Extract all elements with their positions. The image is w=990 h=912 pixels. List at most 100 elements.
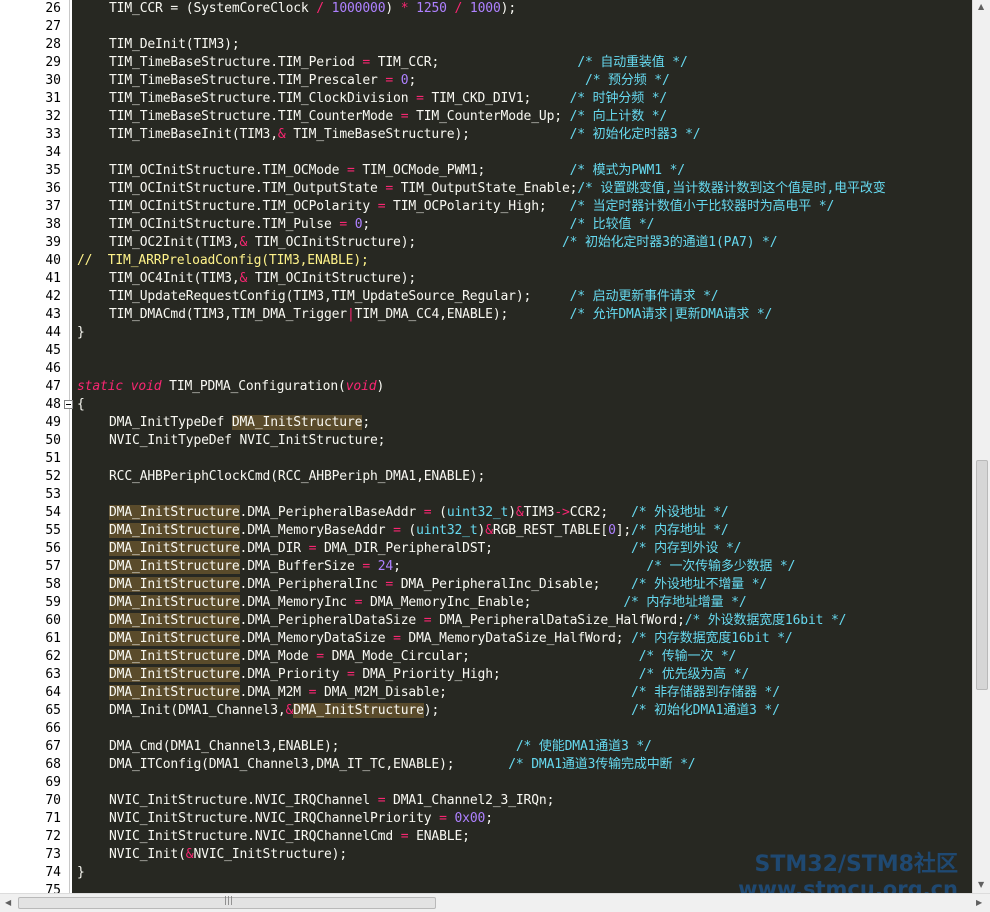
code-text: DMA_InitStructure.DMA_PeripheralDataSize… xyxy=(109,612,846,630)
code-token: & xyxy=(515,505,524,520)
code-line: 57 DMA_InitStructure.DMA_BufferSize = 24;… xyxy=(0,558,972,576)
scroll-left-icon[interactable]: ◀ xyxy=(5,898,11,907)
code-token: ) xyxy=(508,505,516,520)
code-token: = xyxy=(362,559,371,574)
line-number: 67 xyxy=(45,739,61,754)
code-token: NVIC_Init( xyxy=(109,847,186,862)
code-text: TIM_OCInitStructure.TIM_OCPolarity = TIM… xyxy=(109,198,834,216)
code-comment: /* 初始化定时器3的通道1(PA7) */ xyxy=(561,235,778,250)
code-token: .DMA_MemoryBaseAddr xyxy=(239,523,394,538)
code-token: ; xyxy=(408,73,586,88)
code-token: TIM_TimeBaseInit(TIM3, xyxy=(109,127,278,142)
code-comment: /* 初始化DMA1通道3 */ xyxy=(631,703,780,718)
scroll-right-icon[interactable]: ▶ xyxy=(976,898,982,907)
code-token: / xyxy=(316,1,324,16)
code-comment: /* 传输一次 */ xyxy=(638,649,737,664)
line-number: 41 xyxy=(45,271,61,286)
code-token: DMA_DIR_PeripheralDST; xyxy=(316,541,632,556)
code-comment: /* 模式为PWM1 */ xyxy=(569,163,685,178)
code-line: 65 DMA_Init(DMA1_Channel3,&DMA_InitStruct… xyxy=(0,702,972,720)
code-token: TIM_OutputState_Enable; xyxy=(393,181,578,196)
code-token: DMA_InitStructure xyxy=(109,595,240,610)
code-token: ; xyxy=(362,415,371,430)
code-token: NVIC_InitStructure.NVIC_IRQChannelCmd xyxy=(109,829,401,844)
watermark-line2: www.stmcu.org.cn xyxy=(738,877,958,893)
code-token: DMA_InitStructure xyxy=(109,505,240,520)
code-line: 53 xyxy=(0,486,972,504)
code-token: CCR2; xyxy=(569,505,632,520)
line-number: 28 xyxy=(45,37,61,52)
code-text: NVIC_Init(&NVIC_InitStructure); xyxy=(109,846,347,864)
vertical-scroll-thumb[interactable] xyxy=(976,460,988,690)
code-comment: /* 内存数据宽度16bit */ xyxy=(631,631,793,646)
line-number: 62 xyxy=(45,649,61,664)
code-line: 64 DMA_InitStructure.DMA_M2M = DMA_M2M_Di… xyxy=(0,684,972,702)
code-token: = xyxy=(393,631,401,646)
code-token: uint32_t xyxy=(416,523,478,538)
code-comment: /* 设置跳变值,当计数器计数到这个值是时,电平改变 xyxy=(577,181,886,196)
code-token: DMA_MemoryInc_Enable; xyxy=(362,595,624,610)
code-line: 59 DMA_InitStructure.DMA_MemoryInc = DMA_… xyxy=(0,594,972,612)
code-comment: /* 比较值 */ xyxy=(569,217,655,232)
scroll-up-icon[interactable]: ▲ xyxy=(978,2,984,11)
scroll-down-icon[interactable]: ▼ xyxy=(978,880,984,889)
line-number: 42 xyxy=(45,289,61,304)
code-line: 50 NVIC_InitTypeDef NVIC_InitStructure; xyxy=(0,432,972,450)
line-number: 44 xyxy=(45,325,61,340)
code-comment: /* 内存地址增量 */ xyxy=(623,595,747,610)
code-token: ; xyxy=(393,559,647,574)
code-token: DMA1_Channel2_3_IRQn; xyxy=(385,793,555,808)
line-number: 27 xyxy=(45,19,61,34)
line-number: 30 xyxy=(45,73,61,88)
code-line: 35 TIM_OCInitStructure.TIM_OCMode = TIM_O… xyxy=(0,162,972,180)
code-token: .DMA_MemoryInc xyxy=(239,595,355,610)
code-text: // TIM_ARRPreloadConfig(TIM3,ENABLE); xyxy=(77,252,369,270)
code-line: 55 DMA_InitStructure.DMA_MemoryBaseAddr =… xyxy=(0,522,972,540)
code-line: 68 DMA_ITConfig(DMA1_Channel3,DMA_IT_TC,E… xyxy=(0,756,972,774)
line-number: 26 xyxy=(45,1,61,16)
code-token: TIM_UpdateRequestConfig(TIM3,TIM_UpdateS… xyxy=(109,289,570,304)
code-token: 0x00 xyxy=(454,811,486,826)
vertical-scrollbar[interactable]: ▲ ▼ xyxy=(972,0,990,893)
line-number: 51 xyxy=(45,451,61,466)
code-token: = xyxy=(316,649,324,664)
code-token: void xyxy=(130,379,162,394)
code-comment: /* 启动更新事件请求 */ xyxy=(569,289,719,304)
code-line: 58 DMA_InitStructure.DMA_PeripheralInc = … xyxy=(0,576,972,594)
code-line: 41 TIM_OC4Init(TIM3,& TIM_OCInitStructure… xyxy=(0,270,972,288)
code-text: NVIC_InitStructure.NVIC_IRQChannelCmd = … xyxy=(109,828,470,846)
code-token: ); xyxy=(500,1,517,16)
code-token: DMA_InitStructure xyxy=(109,667,240,682)
code-comment: /* 外设数据宽度16bit */ xyxy=(684,613,847,628)
code-line: 54 DMA_InitStructure.DMA_PeripheralBaseAd… xyxy=(0,504,972,522)
code-line: 39 TIM_OC2Init(TIM3,& TIM_OCInitStructure… xyxy=(0,234,972,252)
line-number: 56 xyxy=(45,541,61,556)
code-token: TIM_OC4Init(TIM3, xyxy=(109,271,240,286)
code-text: RCC_AHBPeriphClockCmd(RCC_AHBPeriph_DMA1… xyxy=(109,468,485,486)
code-text: static void TIM_PDMA_Configuration(void) xyxy=(77,378,384,396)
code-token: RGB_REST_TABLE[ xyxy=(492,523,609,538)
code-token: DMA_Mode_Circular; xyxy=(323,649,639,664)
code-token: TIM_OCMode_PWM1; xyxy=(354,163,570,178)
code-line: 28 TIM_DeInit(TIM3); xyxy=(0,36,972,54)
code-text: TIM_TimeBaseInit(TIM3,& TIM_TimeBaseStru… xyxy=(109,126,701,144)
code-token: TIM_OCInitStructure.TIM_OCPolarity xyxy=(109,199,378,214)
horizontal-scrollbar[interactable]: ◀ ||| ▶ xyxy=(0,893,990,912)
code-token: | xyxy=(346,307,355,322)
line-number: 55 xyxy=(45,523,61,538)
code-line: 72 NVIC_InitStructure.NVIC_IRQChannelCmd … xyxy=(0,828,972,846)
fold-toggle-icon[interactable] xyxy=(64,400,73,409)
code-text: NVIC_InitTypeDef NVIC_InitStructure; xyxy=(109,432,386,450)
code-token: = xyxy=(385,73,394,88)
line-number: 70 xyxy=(45,793,61,808)
horizontal-scroll-thumb[interactable]: ||| xyxy=(18,896,436,909)
code-token: 24 xyxy=(377,559,394,574)
code-editor[interactable]: 26 TIM_CCR = (SystemCoreClock / 1000000) … xyxy=(0,0,972,893)
code-text: TIM_TimeBaseStructure.TIM_CounterMode = … xyxy=(109,108,667,126)
code-token: TIM_TimeBaseStructure.TIM_CounterMode xyxy=(109,109,401,124)
code-token: & xyxy=(485,523,493,538)
line-number: 36 xyxy=(45,181,61,196)
code-token: TIM_TimeBaseStructure.TIM_Prescaler xyxy=(109,73,386,88)
code-token: NVIC_InitStructure.NVIC_IRQChannelPriori… xyxy=(109,811,440,826)
